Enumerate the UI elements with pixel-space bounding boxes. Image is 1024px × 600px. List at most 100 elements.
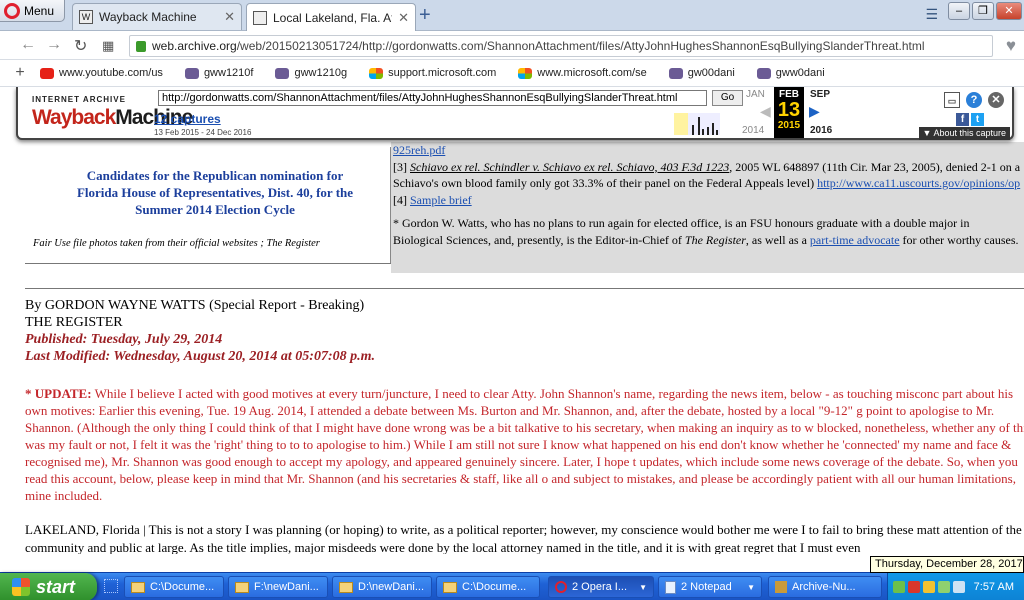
bookmark-label: gw00dani <box>687 67 735 79</box>
task-label: F:\newDani... <box>254 581 319 593</box>
twitter-icon[interactable]: t <box>971 113 984 126</box>
bookmark-favicon-icon <box>756 67 771 79</box>
wayback-url-input[interactable]: http://gordonwatts.com/ShannonAttachment… <box>158 90 707 106</box>
ref-4: [4] Sample brief <box>393 192 1022 209</box>
bio-register: The Register <box>684 232 746 247</box>
bio-text: , as well as a <box>745 232 810 247</box>
capture-sparkline[interactable] <box>674 113 720 135</box>
forward-icon[interactable]: → <box>46 36 62 54</box>
restore-icon[interactable]: ❐ <box>972 2 994 20</box>
next-year: 2016 <box>810 125 833 136</box>
new-tab-plus-icon[interactable]: + <box>419 4 431 27</box>
part-time-advocate-link[interactable]: part-time advocate <box>810 233 900 247</box>
close-toolbar-icon[interactable]: ✕ <box>988 92 1004 108</box>
tab-local-lakeland[interactable]: Local Lakeland, Fla. Attorney ✕ <box>246 3 416 31</box>
youtube-icon <box>40 67 54 79</box>
bookmark-favicon-icon <box>668 67 683 79</box>
opera-logo-icon <box>4 2 20 19</box>
ref-pdf-link[interactable]: 925reh.pdf <box>393 143 445 157</box>
facebook-icon[interactable]: f <box>956 113 969 126</box>
start-button[interactable]: start <box>0 573 97 600</box>
ref-3: [3] Schiavo ex rel. Schindler v. Schiavo… <box>393 159 1022 192</box>
author-bio: * Gordon W. Watts, who has no plans to r… <box>393 215 1022 248</box>
ref4-prefix: [4] <box>393 192 410 207</box>
bio-text: for other worthy causes. <box>899 232 1019 247</box>
references-box: 925reh.pdf [3] Schiavo ex rel. Schindler… <box>391 142 1024 273</box>
group-arrow-icon: ▼ <box>747 582 755 592</box>
current-day: 13 <box>777 99 801 121</box>
speed-dial-grid-icon[interactable]: ▦ <box>102 38 114 54</box>
update-label: * UPDATE: <box>25 386 92 401</box>
tray-security-icon[interactable] <box>907 581 920 593</box>
window-close-icon[interactable]: ✕ <box>996 2 1022 20</box>
next-capture-arrow-icon[interactable]: ▶ <box>809 103 820 120</box>
minimize-icon[interactable]: – <box>948 2 970 20</box>
taskbar: start C:\Docume... F:\newDani... D:\newD… <box>0 572 1024 600</box>
page-favicon-icon <box>253 10 267 25</box>
bookmark-microsoft[interactable]: www.microsoft.com/se <box>518 67 647 79</box>
opera-menu-button[interactable]: Menu <box>0 0 65 22</box>
bookmarks-bar: + www.youtube.com/us gww1210f gww1210g s… <box>0 60 1024 87</box>
tab-menu-icon[interactable]: ☰ <box>925 6 938 23</box>
close-tab-icon[interactable]: ✕ <box>398 10 409 26</box>
ref3-prefix: [3] <box>393 159 410 174</box>
tray-app-icon[interactable] <box>937 581 950 593</box>
prev-month[interactable]: JAN <box>746 89 765 100</box>
bookmark-gww0dani[interactable]: gww0dani <box>756 67 825 79</box>
reload-icon[interactable]: ↻ <box>74 36 87 56</box>
task-label: Archive-Nu... <box>792 581 856 593</box>
bookmark-label: support.microsoft.com <box>388 67 497 79</box>
taskbar-folder-c-docume-2[interactable]: C:\Docume... <box>436 576 540 598</box>
quick-launch-icon[interactable] <box>104 579 118 593</box>
prev-year: 2014 <box>742 125 765 136</box>
taskbar-folder-f-newdani[interactable]: F:\newDani... <box>228 576 328 598</box>
folder-icon <box>339 581 353 593</box>
bookmark-youtube[interactable]: www.youtube.com/us <box>40 67 163 79</box>
taskbar-folder-c-docume-1[interactable]: C:\Docume... <box>124 576 224 598</box>
wayback-go-button[interactable]: Go <box>712 90 743 106</box>
notepad-icon <box>665 580 676 594</box>
clock[interactable]: 7:57 AM <box>974 581 1014 593</box>
prev-capture-arrow-icon[interactable]: ◀ <box>760 103 771 120</box>
tray-network-icon[interactable] <box>892 581 905 593</box>
screenshot-icon[interactable]: ▭ <box>944 92 960 108</box>
opera-icon <box>555 581 567 593</box>
current-capture-date: FEB 13 2015 <box>774 87 804 138</box>
taskbar-notepad-group[interactable]: 2 Notepad ▼ <box>658 576 762 598</box>
captures-link[interactable]: 12 captures <box>154 112 221 126</box>
back-icon[interactable]: ← <box>20 36 36 54</box>
about-this-capture[interactable]: ▼ About this capture <box>918 127 1010 140</box>
candidates-figure: Candidates for the Republican nomination… <box>25 147 391 263</box>
tray-volume-icon[interactable] <box>952 581 965 593</box>
bookmark-heart-icon[interactable]: ♥ <box>1006 36 1016 56</box>
tab-label: Wayback Machine <box>99 10 197 24</box>
help-icon[interactable]: ? <box>966 92 982 108</box>
ref3-link[interactable]: http://www.ca11.uscourts.gov/opinions/op <box>817 176 1020 190</box>
taskbar-archive-nu[interactable]: Archive-Nu... <box>768 576 882 598</box>
bookmark-favicon-icon <box>275 67 290 79</box>
close-tab-icon[interactable]: ✕ <box>224 9 235 25</box>
menu-label: Menu <box>24 3 55 18</box>
tab-strip: Menu W Wayback Machine ✕ Local Lakeland,… <box>0 0 1024 31</box>
bookmark-gww1210g[interactable]: gww1210g <box>275 67 347 79</box>
internet-archive-label: INTERNET ARCHIVE <box>32 95 126 104</box>
next-month[interactable]: SEP <box>810 89 830 100</box>
tray-app-icon[interactable] <box>922 581 935 593</box>
wayback-favicon-icon: W <box>79 10 93 24</box>
bookmark-gw00dani[interactable]: gw00dani <box>668 67 735 79</box>
bookmark-support-microsoft[interactable]: support.microsoft.com <box>369 67 496 79</box>
url-host: web.archive.org <box>152 39 237 53</box>
folder-icon <box>443 581 457 593</box>
bookmark-gww1210f[interactable]: gww1210f <box>184 67 253 79</box>
logo-wayback-word: Wayback <box>32 106 116 129</box>
microsoft-icon <box>518 67 533 79</box>
tab-wayback-machine[interactable]: W Wayback Machine ✕ <box>72 3 242 30</box>
bookmark-label: gww0dani <box>775 67 825 79</box>
address-bar[interactable]: web.archive.org/web/20150213051724/http:… <box>129 35 993 57</box>
bookmark-favicon-icon <box>184 67 199 79</box>
ref4-link[interactable]: Sample brief <box>410 193 472 207</box>
current-year: 2015 <box>777 120 801 131</box>
add-bookmark-icon[interactable]: + <box>0 64 40 82</box>
taskbar-folder-d-newdani[interactable]: D:\newDani... <box>332 576 432 598</box>
taskbar-opera-group[interactable]: 2 Opera I... ▼ <box>548 576 654 598</box>
